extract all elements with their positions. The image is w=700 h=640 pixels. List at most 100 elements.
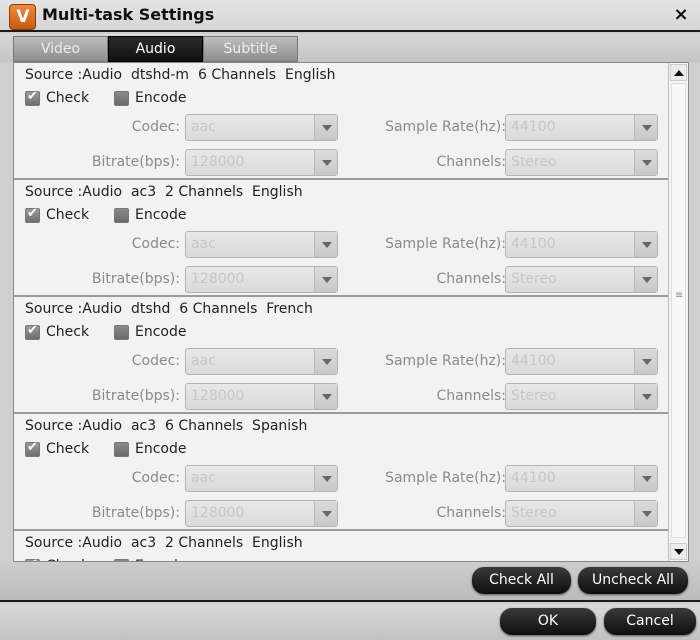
scroll-up-arrow-icon[interactable] [670, 64, 687, 81]
bitrate-select[interactable]: 128000 [185, 383, 338, 410]
codec-select[interactable]: aac [185, 231, 338, 258]
sample-rate-label: Sample Rate(hz): [385, 119, 506, 135]
check-label: Check [46, 324, 90, 340]
sample-rate-value: 44100 [511, 470, 556, 486]
checkbox-icon[interactable] [25, 440, 40, 457]
scroll-down-arrow-icon[interactable] [670, 543, 687, 560]
check-all-button[interactable]: Check All [472, 567, 571, 594]
sample-rate-select[interactable]: 44100 [505, 231, 658, 258]
codec-label: Codec: [131, 119, 180, 135]
track-source-label: Source :Audio ac3 2 Channels English [25, 184, 303, 200]
checkbox-icon[interactable] [114, 207, 129, 223]
check-checkbox[interactable]: Check [25, 206, 90, 223]
channels-select[interactable]: Stereo [505, 383, 658, 410]
channels-value: Stereo [511, 271, 557, 287]
codec-select[interactable]: aac [185, 348, 338, 375]
chevron-down-icon[interactable] [314, 267, 337, 292]
cancel-button[interactable]: Cancel [604, 608, 696, 635]
chevron-down-icon[interactable] [314, 384, 337, 409]
encode-checkbox[interactable]: Encode [114, 90, 186, 106]
tab-strip: Video Audio Subtitle [0, 34, 700, 62]
checkbox-icon[interactable] [25, 323, 40, 340]
codec-value: aac [191, 119, 216, 135]
audio-track-row: Source :Audio dtshd-m 6 Channels English… [14, 63, 669, 180]
chevron-down-icon[interactable] [314, 150, 337, 175]
app-logo-icon: V [9, 4, 36, 30]
bitrate-select[interactable]: 128000 [185, 266, 338, 293]
window-title: Multi-task Settings [42, 5, 215, 24]
check-checkbox[interactable]: Check [25, 440, 90, 457]
channels-label: Channels: [436, 271, 507, 287]
chevron-down-icon[interactable] [314, 466, 337, 491]
chevron-down-icon[interactable] [314, 115, 337, 140]
encode-checkbox[interactable]: Encode [114, 441, 186, 457]
bitrate-value: 128000 [191, 505, 245, 521]
chevron-down-icon[interactable] [634, 115, 657, 140]
track-source-label: Source :Audio dtshd 6 Channels French [25, 301, 313, 317]
check-label: Check [46, 207, 90, 223]
check-checkbox[interactable]: Check [25, 89, 89, 106]
checkbox-icon[interactable] [114, 324, 129, 340]
chevron-down-icon[interactable] [634, 349, 657, 374]
codec-value: aac [191, 353, 216, 369]
bitrate-value: 128000 [191, 154, 245, 170]
channels-select[interactable]: Stereo [505, 149, 658, 176]
encode-label: Encode [135, 324, 187, 340]
tab-video[interactable]: Video [13, 36, 108, 62]
chevron-down-icon[interactable] [314, 501, 337, 526]
sample-rate-select[interactable]: 44100 [505, 465, 658, 492]
chevron-down-icon[interactable] [634, 466, 657, 491]
audio-track-panel: Source :Audio dtshd-m 6 Channels English… [13, 62, 689, 562]
bitrate-label: Bitrate(bps): [91, 154, 180, 170]
chevron-down-icon[interactable] [634, 267, 657, 292]
channels-label: Channels: [436, 505, 507, 521]
sample-rate-select[interactable]: 44100 [505, 348, 658, 375]
codec-select[interactable]: aac [185, 465, 338, 492]
chevron-down-icon[interactable] [314, 349, 337, 374]
chevron-down-icon[interactable] [314, 232, 337, 257]
bitrate-value: 128000 [191, 271, 245, 287]
channels-label: Channels: [436, 388, 507, 404]
channels-select[interactable]: Stereo [505, 500, 658, 527]
checkbox-icon[interactable] [25, 206, 40, 223]
audio-track-row: Source :Audio ac3 2 Channels English Che… [14, 531, 669, 561]
checkbox-icon[interactable] [114, 441, 129, 457]
track-source-label: Source :Audio ac3 2 Channels English [25, 535, 303, 551]
checkbox-icon[interactable] [25, 89, 40, 106]
codec-label: Codec: [131, 470, 180, 486]
encode-checkbox[interactable]: Encode [114, 207, 186, 223]
bitrate-label: Bitrate(bps): [91, 271, 180, 287]
encode-label: Encode [135, 90, 187, 106]
tab-subtitle[interactable]: Subtitle [203, 36, 298, 62]
check-checkbox[interactable]: Check [25, 323, 90, 340]
encode-checkbox[interactable]: Encode [114, 324, 186, 340]
channels-select[interactable]: Stereo [505, 266, 658, 293]
audio-track-row: Source :Audio dtshd 6 Channels French Ch… [14, 297, 669, 414]
sample-rate-label: Sample Rate(hz): [385, 353, 506, 369]
check-label: Check [46, 441, 90, 457]
channels-value: Stereo [511, 388, 557, 404]
chevron-down-icon[interactable] [634, 501, 657, 526]
checkbox-icon[interactable] [114, 90, 129, 106]
chevron-down-icon[interactable] [634, 384, 657, 409]
chevron-down-icon[interactable] [634, 232, 657, 257]
vertical-scrollbar[interactable]: ≡ [668, 63, 688, 561]
audio-track-list: Source :Audio dtshd-m 6 Channels English… [14, 63, 669, 561]
codec-label: Codec: [131, 353, 180, 369]
close-icon[interactable]: × [670, 4, 692, 26]
scrollbar-thumb[interactable]: ≡ [671, 83, 686, 538]
codec-select[interactable]: aac [185, 114, 338, 141]
bitrate-select[interactable]: 128000 [185, 500, 338, 527]
ok-button[interactable]: OK [500, 608, 596, 635]
sample-rate-value: 44100 [511, 236, 556, 252]
channels-value: Stereo [511, 154, 557, 170]
uncheck-all-button[interactable]: Uncheck All [578, 567, 688, 594]
sample-rate-select[interactable]: 44100 [505, 114, 658, 141]
sample-rate-label: Sample Rate(hz): [385, 236, 506, 252]
bitrate-select[interactable]: 128000 [185, 149, 338, 176]
chevron-down-icon[interactable] [634, 150, 657, 175]
track-source-label: Source :Audio ac3 6 Channels Spanish [25, 418, 308, 434]
encode-label: Encode [135, 207, 187, 223]
channels-label: Channels: [436, 154, 507, 170]
tab-audio[interactable]: Audio [108, 36, 203, 62]
